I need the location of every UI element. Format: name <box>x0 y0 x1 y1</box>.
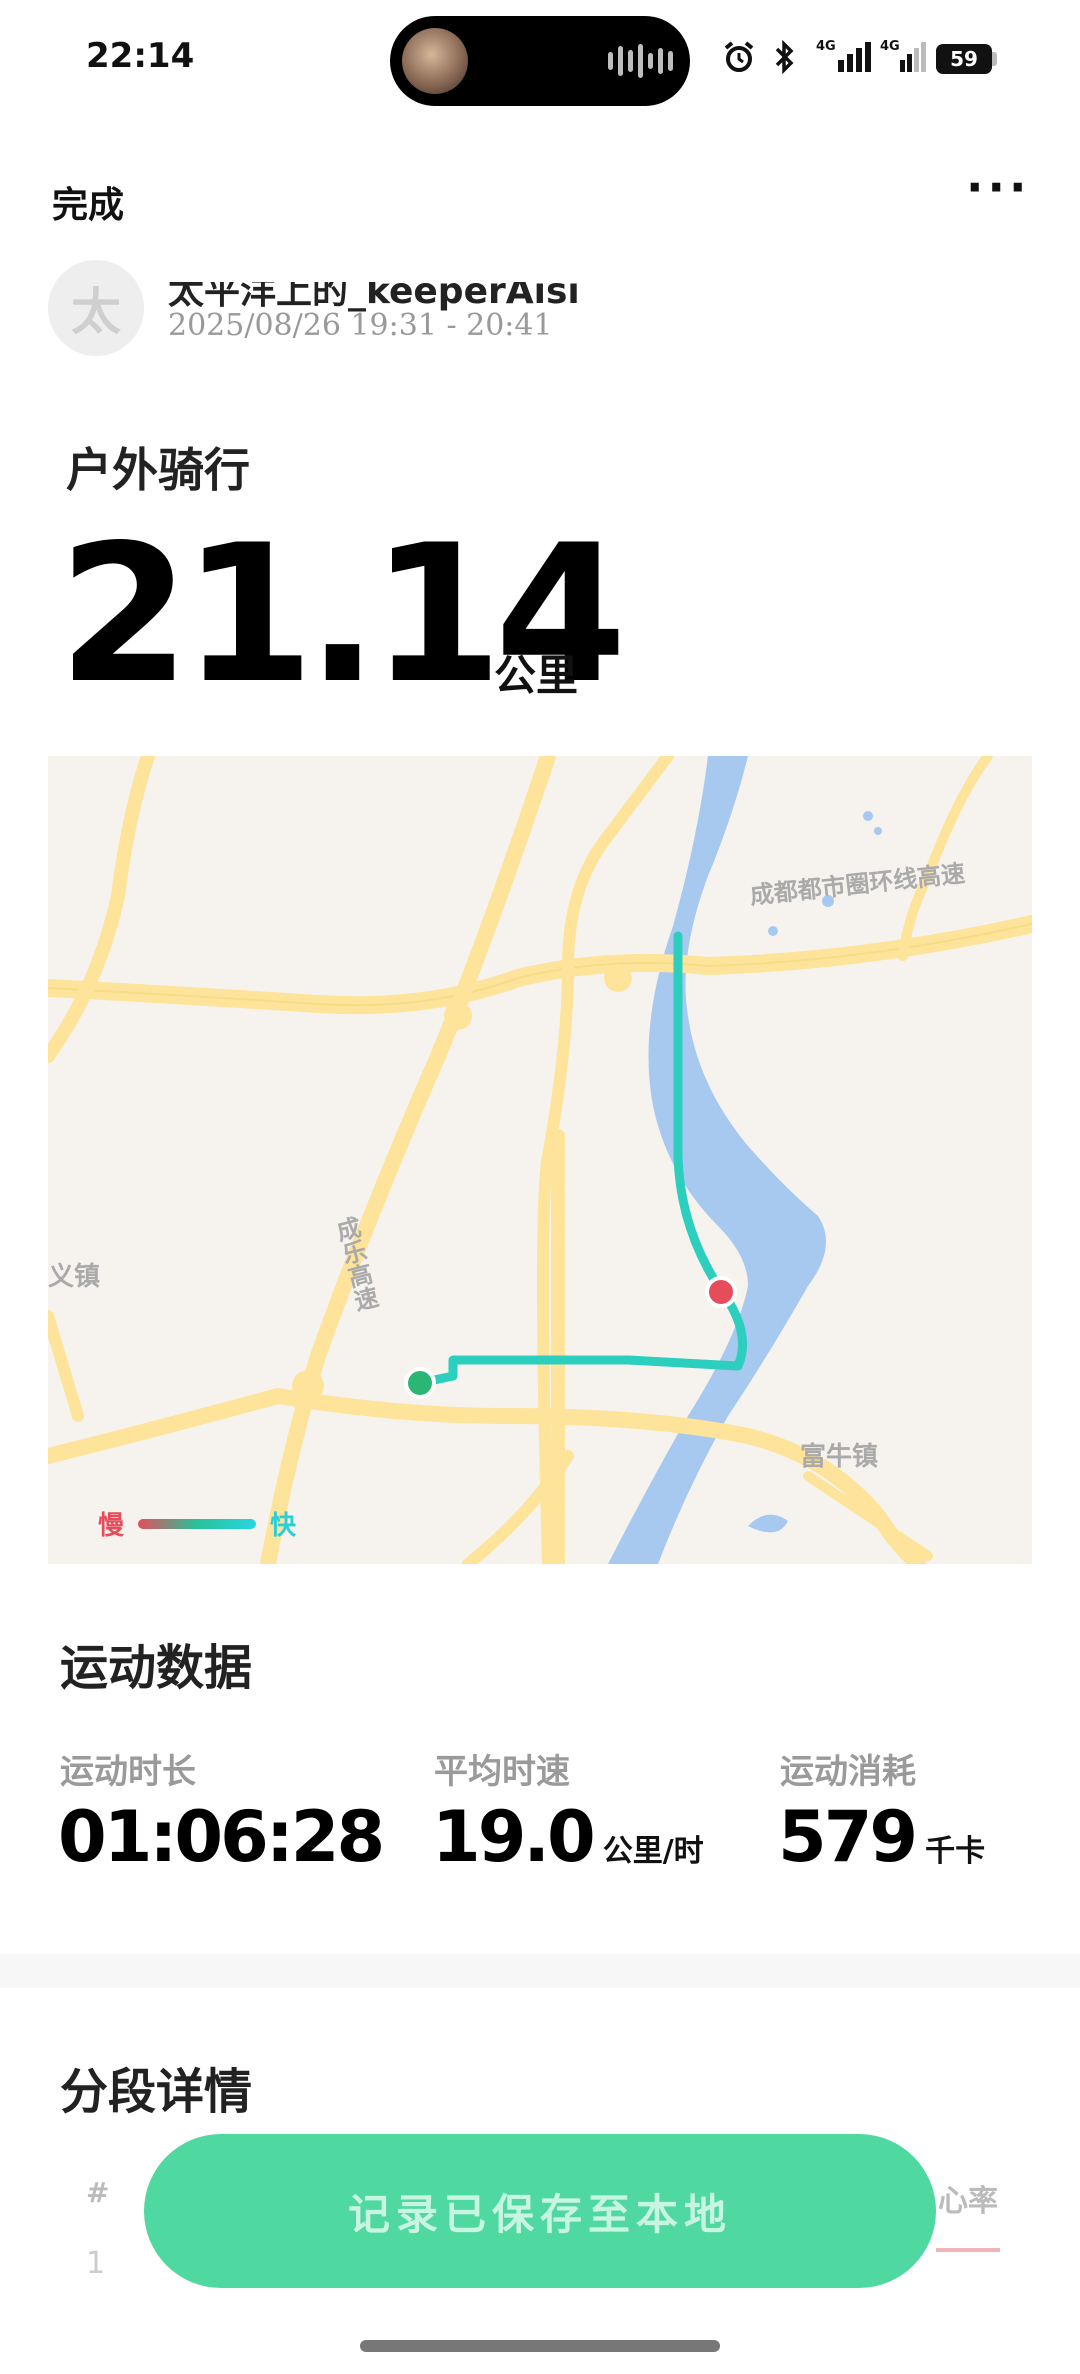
map-label-town-west: 义镇 <box>48 1262 101 1292</box>
map-label-town-east: 富牛镇 <box>800 1442 879 1472</box>
segment-row-index: 1 <box>86 2246 106 2281</box>
calories-label: 运动消耗 <box>780 1752 916 1792</box>
segment-heart-rate-placeholder <box>936 2248 1000 2252</box>
done-button[interactable]: 完成 <box>52 176 124 228</box>
battery-indicator: 59 <box>936 44 992 74</box>
speed-number: 19.0 <box>432 1796 596 1878</box>
audio-wave-icon <box>608 44 673 78</box>
status-time: 22:14 <box>86 36 195 76</box>
avatar-char: 太 <box>71 283 121 341</box>
home-indicator[interactable] <box>360 2340 720 2352</box>
music-album-art <box>402 28 468 94</box>
calories-value: 579 千卡 <box>778 1796 985 1878</box>
section-divider <box>0 1954 1080 1988</box>
speed-legend-bar <box>138 1519 256 1529</box>
calories-unit: 千卡 <box>925 1834 986 1869</box>
sports-data-title: 运动数据 <box>60 1640 253 1696</box>
legend-fast: 快 <box>270 1511 297 1541</box>
duration-label: 运动时长 <box>60 1752 196 1792</box>
signal-icon-1: 4G <box>816 38 876 81</box>
legend-slow: 慢 <box>98 1511 125 1541</box>
speed-label: 平均时速 <box>434 1752 570 1792</box>
toast-text: 记录已保存至本地 <box>347 2189 732 2239</box>
calories-number: 579 <box>778 1796 918 1878</box>
distance-unit: 公里 <box>494 651 579 700</box>
duration-value: 01:06:28 <box>58 1796 385 1878</box>
route-map[interactable]: 成都都市圈环线高速 成乐高速 义镇 富牛镇 <box>48 756 1032 1564</box>
svg-text:4G: 4G <box>816 39 836 54</box>
activity-time-range: 2025/08/26 19:31 - 20:41 <box>168 308 553 343</box>
battery-tip <box>992 52 997 66</box>
saved-locally-toast: 记录已保存至本地 <box>144 2134 936 2288</box>
username: 太平洋上的_keeperAisi <box>168 271 580 312</box>
duration-number: 01:06:28 <box>58 1796 385 1878</box>
route-start-marker <box>404 1367 436 1399</box>
more-options-button[interactable]: ··· <box>966 160 1030 214</box>
user-avatar[interactable]: 太 <box>48 260 144 356</box>
route-end-marker <box>705 1276 737 1308</box>
activity-type-title: 户外骑行 <box>66 443 250 497</box>
segment-col-heart-rate: 心率 <box>938 2184 998 2219</box>
speed-unit: 公里/时 <box>602 1834 704 1869</box>
speed-value: 19.0 公里/时 <box>432 1796 704 1878</box>
segment-details-title: 分段详情 <box>60 2064 253 2120</box>
alarm-icon <box>722 40 756 81</box>
svg-text:4G: 4G <box>880 39 900 54</box>
segment-col-index: # <box>86 2176 110 2209</box>
signal-icon-2: 4G <box>880 38 930 81</box>
bluetooth-icon <box>772 39 798 81</box>
